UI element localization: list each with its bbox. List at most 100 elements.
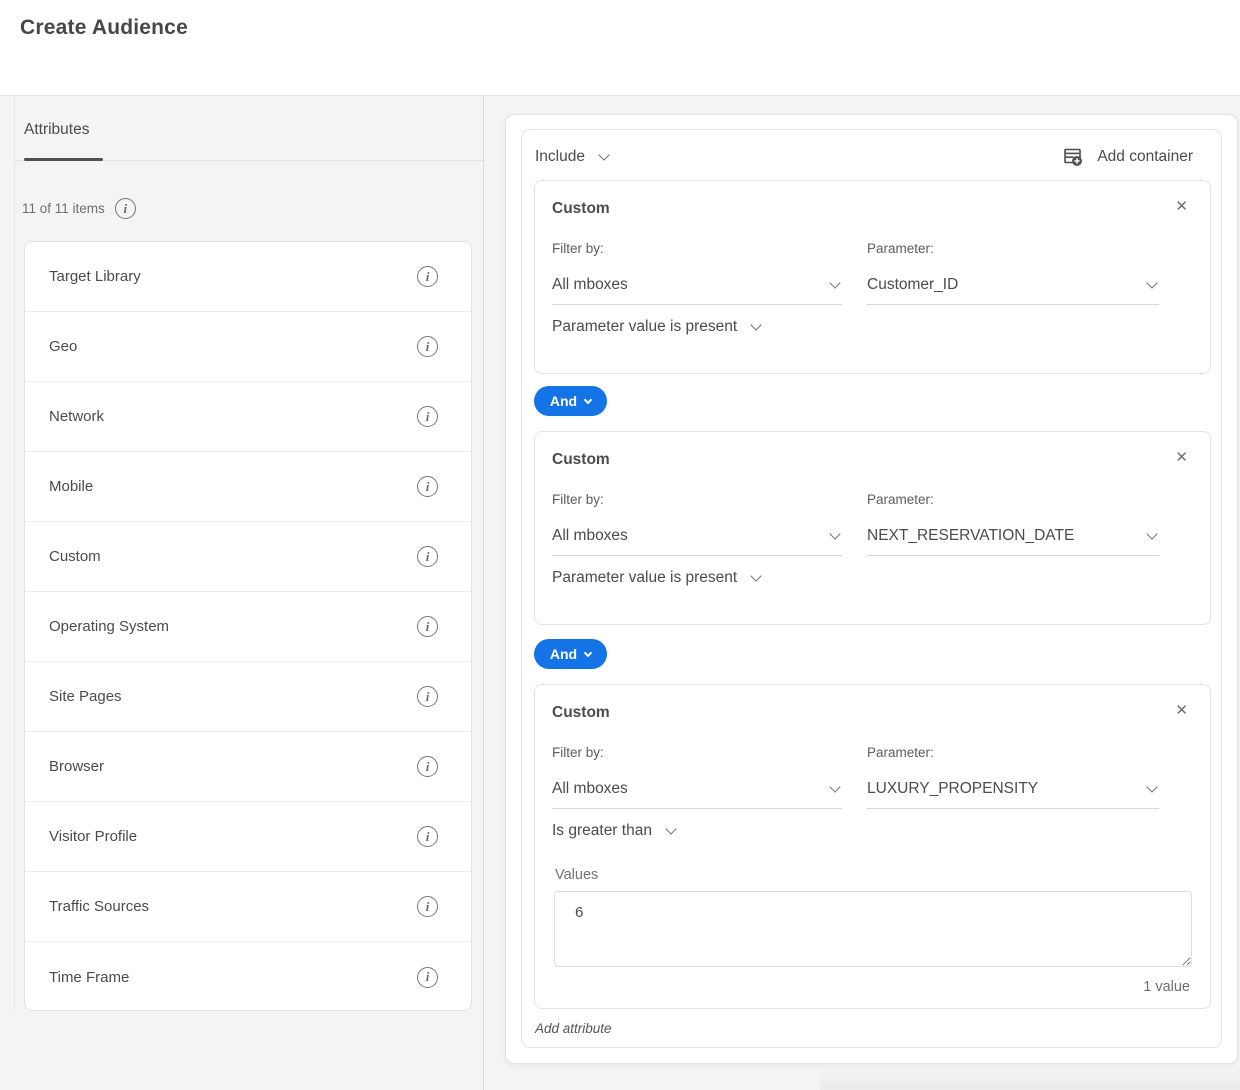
left-panel-border (14, 96, 15, 1009)
info-icon[interactable]: i (115, 198, 136, 219)
add-container-label: Add container (1097, 148, 1193, 166)
parameter-label: Parameter: (867, 241, 934, 256)
include-group: Include Add container (521, 129, 1222, 1048)
attribute-label: Site Pages (49, 688, 122, 705)
parameter-value: Customer_ID (867, 276, 958, 294)
parameter-dropdown[interactable]: LUXURY_PROPENSITY (867, 769, 1159, 809)
page-title: Create Audience (20, 16, 188, 40)
operator-value: Is greater than (552, 822, 652, 840)
values-label: Values (555, 867, 598, 883)
info-icon[interactable]: i (417, 476, 438, 497)
operator-dropdown[interactable]: Parameter value is present (552, 315, 760, 339)
chevron-down-icon (1146, 528, 1157, 539)
attribute-item-geo[interactable]: Geo i (25, 312, 471, 382)
and-combiner-button[interactable]: And (534, 639, 607, 669)
attribute-label: Network (49, 408, 104, 425)
info-icon[interactable]: i (417, 266, 438, 287)
info-icon[interactable]: i (417, 616, 438, 637)
chevron-down-icon (1146, 781, 1157, 792)
chevron-down-icon (584, 649, 592, 657)
value-count-label: 1 value (1143, 979, 1190, 995)
attribute-label: Geo (49, 338, 77, 355)
attribute-item-traffic-sources[interactable]: Traffic Sources i (25, 872, 471, 942)
operator-dropdown[interactable]: Is greater than (552, 819, 675, 843)
attribute-item-target-library[interactable]: Target Library i (25, 242, 471, 312)
filter-by-label: Filter by: (552, 241, 604, 256)
parameter-dropdown[interactable]: Customer_ID (867, 265, 1159, 305)
rule-card-next-reservation-date: Custom ✕ Filter by: Parameter: All mboxe… (534, 431, 1211, 625)
filter-by-value: All mboxes (552, 527, 628, 545)
operator-dropdown[interactable]: Parameter value is present (552, 566, 760, 590)
attribute-item-operating-system[interactable]: Operating System i (25, 592, 471, 662)
chevron-down-icon (751, 319, 762, 330)
add-container-icon (1063, 146, 1085, 168)
info-icon[interactable]: i (417, 406, 438, 427)
values-textarea[interactable]: 6 (554, 891, 1192, 967)
attribute-label: Mobile (49, 478, 93, 495)
attribute-label: Traffic Sources (49, 898, 149, 915)
add-attribute-button[interactable]: Add attribute (535, 1021, 612, 1036)
info-icon[interactable]: i (417, 896, 438, 917)
attribute-item-network[interactable]: Network i (25, 382, 471, 452)
include-dropdown-value: Include (535, 148, 585, 166)
chevron-down-icon (829, 781, 840, 792)
attribute-item-custom[interactable]: Custom i (25, 522, 471, 592)
close-icon[interactable]: ✕ (1173, 448, 1190, 467)
operator-value: Parameter value is present (552, 569, 737, 587)
attribute-item-visitor-profile[interactable]: Visitor Profile i (25, 802, 471, 872)
attribute-label: Target Library (49, 268, 141, 285)
filter-by-dropdown[interactable]: All mboxes (552, 516, 842, 556)
and-combiner-button[interactable]: And (534, 386, 607, 416)
chevron-down-icon (829, 528, 840, 539)
attribute-label: Time Frame (49, 969, 129, 986)
add-container-button[interactable]: Add container (1063, 142, 1193, 172)
tab-attributes[interactable]: Attributes (24, 121, 89, 139)
bottom-shadow (820, 1064, 1240, 1090)
attribute-item-site-pages[interactable]: Site Pages i (25, 662, 471, 732)
panel-divider (483, 96, 484, 1090)
rule-card-title: Custom (552, 200, 610, 218)
filter-by-dropdown[interactable]: All mboxes (552, 265, 842, 305)
chevron-down-icon (751, 570, 762, 581)
rule-card-title: Custom (552, 451, 610, 469)
parameter-value: NEXT_RESERVATION_DATE (867, 527, 1074, 545)
chevron-down-icon (829, 277, 840, 288)
attributes-count-label: 11 of 11 items (22, 201, 105, 216)
parameter-label: Parameter: (867, 745, 934, 760)
attribute-item-browser[interactable]: Browser i (25, 732, 471, 802)
info-icon[interactable]: i (417, 546, 438, 567)
attribute-item-time-frame[interactable]: Time Frame i (25, 942, 471, 1011)
info-icon[interactable]: i (417, 336, 438, 357)
parameter-dropdown[interactable]: NEXT_RESERVATION_DATE (867, 516, 1159, 556)
and-label: And (550, 393, 577, 409)
operator-value: Parameter value is present (552, 318, 737, 336)
rule-card-title: Custom (552, 704, 610, 722)
attribute-item-mobile[interactable]: Mobile i (25, 452, 471, 522)
tab-active-underline (24, 158, 103, 161)
filter-by-dropdown[interactable]: All mboxes (552, 769, 842, 809)
audience-rules-container: Include Add container (505, 114, 1238, 1064)
filter-by-value: All mboxes (552, 276, 628, 294)
chevron-down-icon (598, 149, 609, 160)
info-icon[interactable]: i (417, 967, 438, 988)
filter-by-value: All mboxes (552, 780, 628, 798)
attribute-label: Operating System (49, 618, 169, 635)
attribute-label: Visitor Profile (49, 828, 137, 845)
parameter-value: LUXURY_PROPENSITY (867, 780, 1038, 798)
attributes-list: Target Library i Geo i Network i Mobile … (24, 241, 472, 1011)
info-icon[interactable]: i (417, 826, 438, 847)
filter-by-label: Filter by: (552, 492, 604, 507)
close-icon[interactable]: ✕ (1173, 701, 1190, 720)
and-label: And (550, 646, 577, 662)
chevron-down-icon (1146, 277, 1157, 288)
include-dropdown[interactable]: Include (535, 142, 608, 172)
info-icon[interactable]: i (417, 686, 438, 707)
attributes-count-row: 11 of 11 items i (22, 198, 136, 219)
close-icon[interactable]: ✕ (1173, 197, 1190, 216)
filter-by-label: Filter by: (552, 745, 604, 760)
rule-card-customer-id: Custom ✕ Filter by: Parameter: All mboxe… (534, 180, 1211, 374)
content-area: Attributes 11 of 11 items i Target Libra… (0, 95, 1240, 1090)
chevron-down-icon (665, 823, 676, 834)
info-icon[interactable]: i (417, 756, 438, 777)
parameter-label: Parameter: (867, 492, 934, 507)
